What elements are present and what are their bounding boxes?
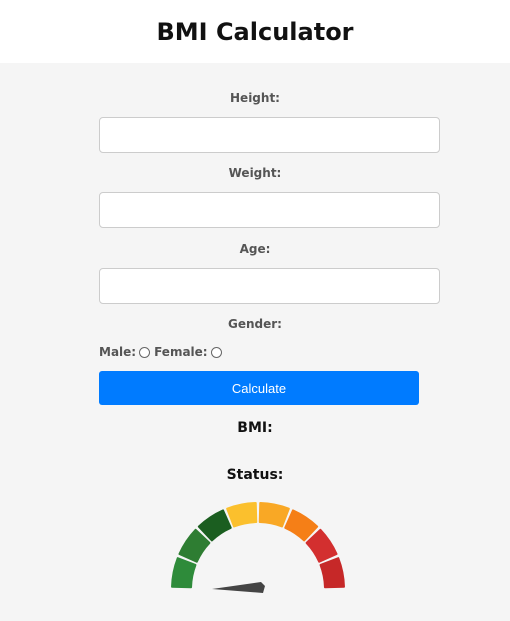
female-radio[interactable] <box>210 346 222 358</box>
gauge-segment <box>258 502 290 528</box>
female-label: Female: <box>154 345 208 359</box>
gauge-segment <box>319 557 345 589</box>
height-label: Height: <box>230 91 280 105</box>
gender-label: Gender: <box>228 317 282 331</box>
male-label: Male: <box>99 345 137 359</box>
bmi-label: BMI: <box>237 420 273 436</box>
gauge-segment <box>305 528 338 563</box>
gauge-segment <box>197 509 232 542</box>
male-radio[interactable] <box>139 346 151 358</box>
page-header: BMI Calculator <box>0 0 510 63</box>
bmi-gauge <box>171 502 345 593</box>
height-input[interactable] <box>99 117 440 153</box>
calculate-button[interactable]: Calculate <box>99 371 419 405</box>
gauge-segment <box>171 557 197 589</box>
age-label: Age: <box>239 242 271 256</box>
weight-input[interactable] <box>99 192 440 228</box>
gauge-segment <box>284 509 319 542</box>
gauge-segment <box>178 528 211 563</box>
gender-options: Male: Female: <box>99 345 226 359</box>
gauge-needle <box>212 582 265 593</box>
gauge-segments <box>171 502 345 589</box>
gauge-segment <box>226 502 258 528</box>
age-input[interactable] <box>99 268 440 304</box>
page-title: BMI Calculator <box>156 17 354 46</box>
weight-label: Weight: <box>228 166 282 180</box>
